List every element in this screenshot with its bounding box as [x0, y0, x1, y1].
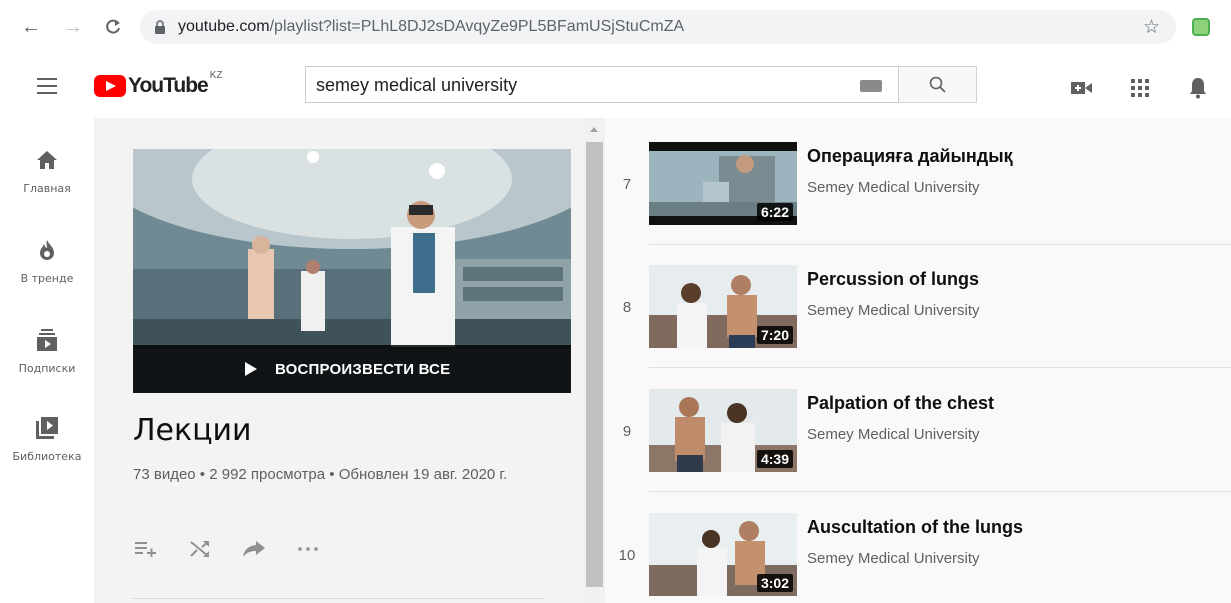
row-separator: [649, 367, 1231, 368]
library-icon: [35, 416, 59, 440]
video-index: 7: [622, 176, 632, 193]
add-to-queue-icon[interactable]: [133, 536, 159, 562]
more-actions-icon[interactable]: [295, 536, 321, 562]
row-separator: [649, 244, 1231, 245]
video-channel[interactable]: Semey Medical University: [807, 302, 980, 319]
share-icon[interactable]: [241, 536, 267, 562]
search-query: semey medical university: [316, 75, 518, 95]
video-duration: 4:39: [756, 450, 793, 468]
url-host: youtube.com: [178, 18, 270, 35]
guide-label: Подписки: [18, 362, 76, 375]
notifications-bell-icon[interactable]: [1186, 76, 1210, 100]
youtube-masthead: YouTube KZ semey medical university: [0, 56, 1231, 118]
playlist-video-list: 7 6:22 Операцияға дайындық Semey Medical…: [605, 118, 1231, 603]
youtube-logo[interactable]: YouTube KZ: [94, 70, 223, 98]
create-video-icon[interactable]: [1070, 76, 1094, 100]
guide-item-home[interactable]: Главная: [0, 148, 94, 195]
video-row[interactable]: 10 3:02 Auscultation of the lungs Semey …: [605, 509, 1231, 603]
video-title[interactable]: Auscultation of the lungs: [807, 517, 1023, 538]
video-thumbnail[interactable]: 7:20: [649, 265, 797, 348]
reload-icon[interactable]: [100, 14, 126, 40]
guide-item-trending[interactable]: В тренде: [0, 238, 94, 285]
youtube-play-logo-icon: [94, 75, 126, 97]
video-row[interactable]: 9 4:39 Palpation of the chest Semey Medi…: [605, 385, 1231, 485]
video-index: 10: [618, 547, 636, 564]
search-button[interactable]: [899, 66, 977, 103]
video-channel[interactable]: Semey Medical University: [807, 550, 980, 567]
guide-sidebar: Главная В тренде Подписки Библиотека: [0, 118, 94, 603]
video-channel[interactable]: Semey Medical University: [807, 426, 980, 443]
scroll-up-arrow-icon[interactable]: [590, 127, 598, 132]
play-all-label: ВОСПРОИЗВЕСТИ ВСЕ: [275, 360, 451, 378]
lock-icon: [155, 20, 165, 34]
divider: [133, 598, 545, 599]
video-index: 8: [622, 299, 632, 316]
video-title[interactable]: Операцияға дайындық: [807, 146, 1013, 167]
apps-grid-icon[interactable]: [1128, 76, 1152, 100]
play-all-button[interactable]: ВОСПРОИЗВЕСТИ ВСЕ: [133, 345, 571, 393]
video-thumbnail[interactable]: 6:22: [649, 142, 797, 225]
browser-toolbar: ← → youtube.com/playlist?list=PLhL8DJ2sD…: [0, 0, 1231, 56]
keyboard-icon[interactable]: [860, 80, 882, 92]
video-duration: 3:02: [756, 574, 793, 592]
home-icon: [35, 148, 59, 172]
video-index: 9: [622, 423, 632, 440]
address-bar[interactable]: youtube.com/playlist?list=PLhL8DJ2sDAvqy…: [140, 10, 1176, 44]
forward-icon[interactable]: →: [60, 14, 86, 40]
guide-item-library[interactable]: Библиотека: [0, 416, 94, 463]
subscriptions-icon: [35, 328, 59, 352]
video-duration: 6:22: [756, 203, 793, 221]
scrollbar[interactable]: [584, 118, 605, 603]
play-icon: [245, 362, 257, 376]
trending-icon: [35, 238, 59, 262]
search-icon: [929, 76, 946, 93]
region-code: KZ: [209, 70, 223, 81]
url-text: youtube.com/playlist?list=PLhL8DJ2sDAvqy…: [178, 18, 684, 36]
guide-label: В тренде: [20, 272, 74, 285]
shuffle-icon[interactable]: [187, 536, 213, 562]
menu-icon[interactable]: [37, 78, 57, 94]
guide-label: Главная: [23, 182, 71, 195]
playlist-title: Лекции: [133, 413, 252, 448]
back-icon[interactable]: ←: [18, 14, 44, 40]
playlist-actions: [133, 536, 321, 562]
playlist-stats: 73 видео • 2 992 просмотра • Обновлен 19…: [133, 466, 508, 483]
video-row[interactable]: 8 7:20 Percussion of lungs Semey Medical…: [605, 261, 1231, 361]
video-title[interactable]: Palpation of the chest: [807, 393, 994, 414]
video-channel[interactable]: Semey Medical University: [807, 179, 980, 196]
playlist-thumbnail[interactable]: ВОСПРОИЗВЕСТИ ВСЕ: [133, 149, 571, 393]
video-duration: 7:20: [756, 326, 793, 344]
video-thumbnail[interactable]: 3:02: [649, 513, 797, 596]
video-thumbnail[interactable]: 4:39: [649, 389, 797, 472]
scrollbar-thumb[interactable]: [586, 142, 603, 587]
extension-icon[interactable]: [1192, 18, 1210, 36]
logo-wordmark: YouTube: [128, 74, 209, 97]
playlist-sidebar: ВОСПРОИЗВЕСТИ ВСЕ Лекции 73 видео • 2 99…: [94, 118, 584, 603]
search-input[interactable]: semey medical university: [305, 66, 899, 103]
row-separator: [649, 491, 1231, 492]
guide-item-subscriptions[interactable]: Подписки: [0, 328, 94, 375]
guide-label: Библиотека: [12, 450, 82, 463]
url-path: /playlist?list=PLhL8DJ2sDAvqyZe9PL5BFamU…: [269, 18, 685, 35]
video-title[interactable]: Percussion of lungs: [807, 269, 979, 290]
video-row[interactable]: 7 6:22 Операцияға дайындық Semey Medical…: [605, 138, 1231, 238]
bookmark-star-icon[interactable]: ☆: [1143, 16, 1160, 39]
